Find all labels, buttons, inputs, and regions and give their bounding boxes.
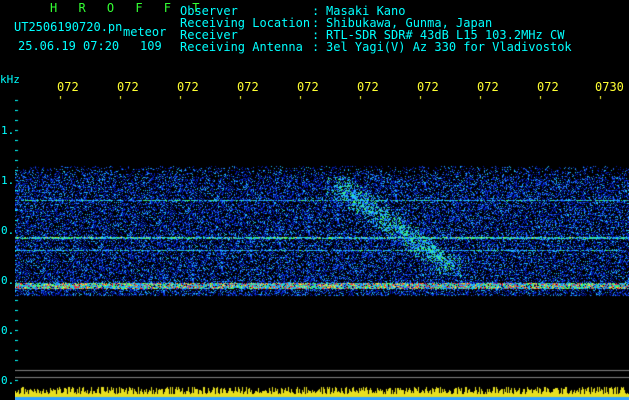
colon: :: [312, 40, 320, 54]
frequency-unit-label: kHz: [0, 73, 20, 86]
time-tick: 072: [357, 80, 379, 94]
time-tick: 072: [297, 80, 319, 94]
date-time: 25.06.19 07:20: [18, 39, 120, 53]
time-tick: 072: [117, 80, 139, 94]
antenna-label: Receiving Antenna: [180, 40, 303, 54]
time-tick: 072: [57, 80, 79, 94]
time-tick: 072: [417, 80, 439, 94]
time-tick: 072: [477, 80, 499, 94]
spectrogram: [15, 96, 629, 400]
time-tick: 072: [537, 80, 559, 94]
file-name: UT2506190720.pn: [14, 20, 123, 34]
meteor-count: 109: [140, 39, 162, 53]
antenna-value: 3el Yagi(V) Az 330 for Vladivostok: [326, 40, 572, 54]
time-tick: 072: [237, 80, 259, 94]
time-tick: 072: [177, 80, 199, 94]
time-tick: 0730: [595, 80, 624, 94]
meteor-label: meteor: [123, 25, 167, 39]
